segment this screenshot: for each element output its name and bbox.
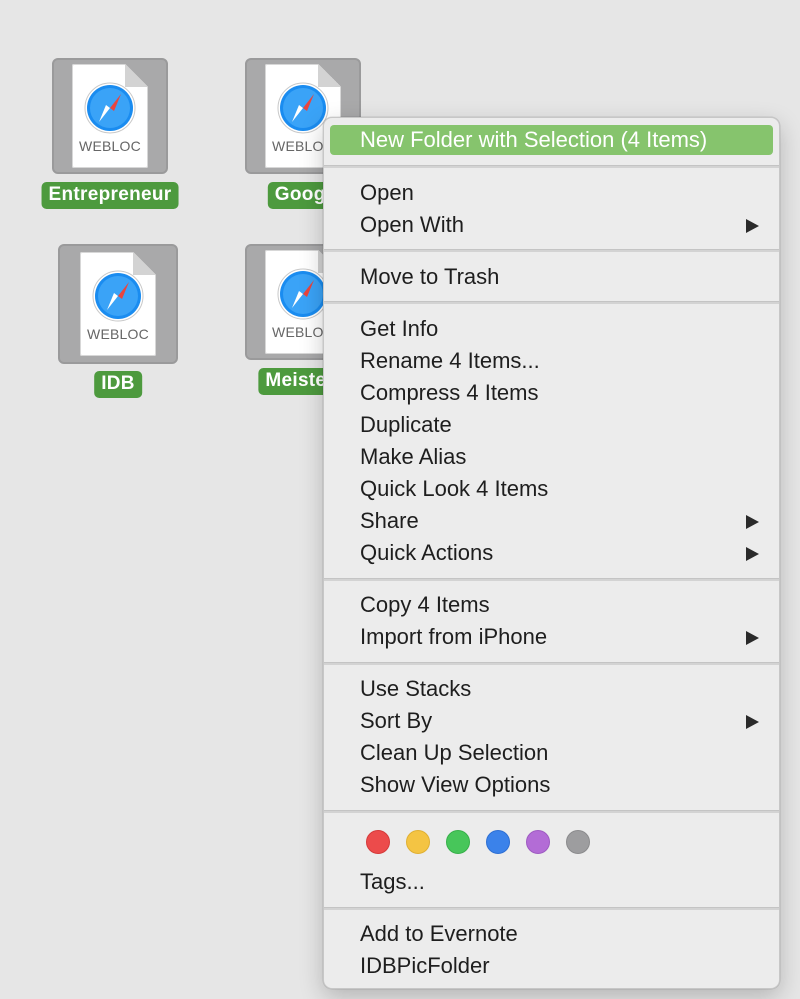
menu-item-clean-up-selection[interactable]: Clean Up Selection <box>330 738 773 768</box>
menu-item-label: Import from iPhone <box>360 624 548 649</box>
submenu-arrow-icon <box>746 715 759 729</box>
menu-item-idbpicfolder[interactable]: IDBPicFolder <box>330 951 773 981</box>
menu-item-label: Share <box>360 508 419 533</box>
menu-separator <box>324 662 779 665</box>
menu-item-sort-by[interactable]: Sort By <box>330 706 773 736</box>
desktop-icon-idb[interactable]: WEBLOC IDB <box>58 244 178 404</box>
tag-color-row <box>366 830 606 856</box>
menu-item-move-to-trash[interactable]: Move to Trash <box>330 262 773 292</box>
menu-separator <box>324 907 779 910</box>
submenu-arrow-icon <box>746 219 759 233</box>
submenu-arrow-icon <box>746 547 759 561</box>
webloc-document-icon: WEBLOC <box>72 64 148 168</box>
menu-item-open-with[interactable]: Open With <box>330 210 773 240</box>
menu-item-make-alias[interactable]: Make Alias <box>330 442 773 472</box>
menu-item-show-view-options[interactable]: Show View Options <box>330 770 773 800</box>
safari-compass-icon <box>277 82 329 134</box>
tag-red-dot[interactable] <box>366 830 390 854</box>
menu-separator <box>324 578 779 581</box>
menu-item-label: Quick Actions <box>360 540 494 565</box>
menu-item-duplicate[interactable]: Duplicate <box>330 410 773 440</box>
tag-purple-dot[interactable] <box>526 830 550 854</box>
tag-gray-dot[interactable] <box>566 830 590 854</box>
file-icon-frame: WEBLOC <box>52 58 168 174</box>
context-menu: New Folder with Selection (4 Items) Open… <box>323 117 780 989</box>
menu-item-compress[interactable]: Compress 4 Items <box>330 378 773 408</box>
menu-item-copy[interactable]: Copy 4 Items <box>330 590 773 620</box>
file-icon-frame: WEBLOC <box>58 244 178 364</box>
safari-compass-icon <box>92 270 144 322</box>
menu-item-get-info[interactable]: Get Info <box>330 314 773 344</box>
webloc-document-icon: WEBLOC <box>80 252 156 356</box>
menu-item-tags[interactable]: Tags... <box>330 867 773 897</box>
menu-item-label: Sort By <box>360 708 433 733</box>
menu-separator <box>324 249 779 252</box>
desktop-icon-entrepreneur[interactable]: WEBLOC Entrepreneur <box>41 58 179 218</box>
menu-item-share[interactable]: Share <box>330 506 773 536</box>
menu-item-import-from-iphone[interactable]: Import from iPhone <box>330 622 773 652</box>
file-name-label: Entrepreneur <box>41 182 179 209</box>
file-type-label: WEBLOC <box>87 326 149 342</box>
menu-item-label: Open With <box>360 212 464 237</box>
menu-separator <box>324 301 779 304</box>
menu-separator <box>324 165 779 168</box>
tag-orange-dot[interactable] <box>406 830 430 854</box>
menu-item-use-stacks[interactable]: Use Stacks <box>330 674 773 704</box>
tag-green-dot[interactable] <box>446 830 470 854</box>
menu-item-new-folder-with-selection[interactable]: New Folder with Selection (4 Items) <box>330 125 773 155</box>
menu-item-quick-look[interactable]: Quick Look 4 Items <box>330 474 773 504</box>
file-type-label: WEBLOC <box>79 138 141 154</box>
tag-blue-dot[interactable] <box>486 830 510 854</box>
submenu-arrow-icon <box>746 631 759 645</box>
file-name-label: IDB <box>94 371 142 398</box>
menu-item-quick-actions[interactable]: Quick Actions <box>330 538 773 568</box>
menu-item-open[interactable]: Open <box>330 178 773 208</box>
safari-compass-icon <box>84 82 136 134</box>
menu-item-rename[interactable]: Rename 4 Items... <box>330 346 773 376</box>
submenu-arrow-icon <box>746 515 759 529</box>
menu-item-add-to-evernote[interactable]: Add to Evernote <box>330 919 773 949</box>
menu-separator <box>324 810 779 813</box>
safari-compass-icon <box>277 268 329 320</box>
